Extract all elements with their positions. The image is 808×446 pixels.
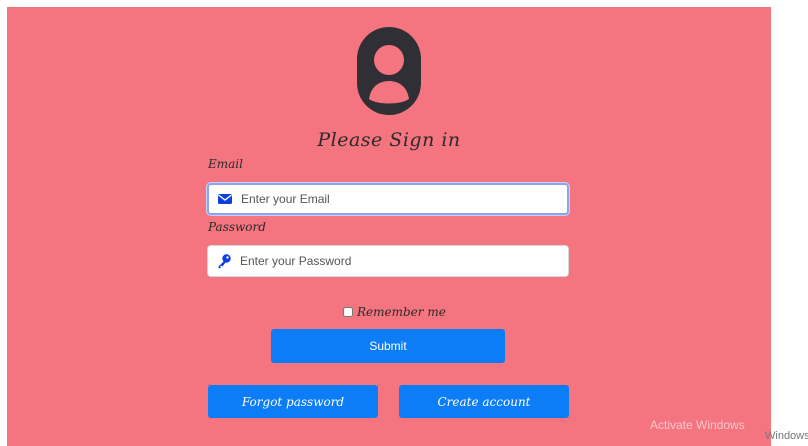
email-input[interactable] — [241, 192, 541, 206]
password-label: Password — [208, 220, 266, 234]
password-field-wrapper[interactable] — [207, 245, 569, 277]
watermark-tail: Windows — [765, 430, 808, 442]
watermark-text: Activate Windows — [650, 418, 745, 432]
envelope-icon — [217, 191, 233, 207]
key-icon — [216, 253, 232, 269]
page-title: Please Sign in — [317, 129, 461, 151]
remember-me-checkbox[interactable] — [343, 307, 353, 317]
submit-button[interactable]: Submit — [271, 329, 505, 363]
login-panel: Please Sign in Email Password Remember m… — [7, 7, 771, 446]
create-account-button[interactable]: Create account — [399, 385, 569, 418]
password-input[interactable] — [240, 254, 540, 268]
forgot-password-button[interactable]: Forgot password — [208, 385, 378, 418]
email-field-wrapper[interactable] — [207, 183, 569, 215]
activate-windows-watermark: Activate Windows Windows — [650, 418, 808, 442]
email-label: Email — [208, 157, 243, 171]
remember-me-option[interactable]: Remember me — [343, 305, 446, 319]
remember-me-label: Remember me — [357, 305, 446, 319]
user-avatar-icon — [357, 27, 421, 115]
